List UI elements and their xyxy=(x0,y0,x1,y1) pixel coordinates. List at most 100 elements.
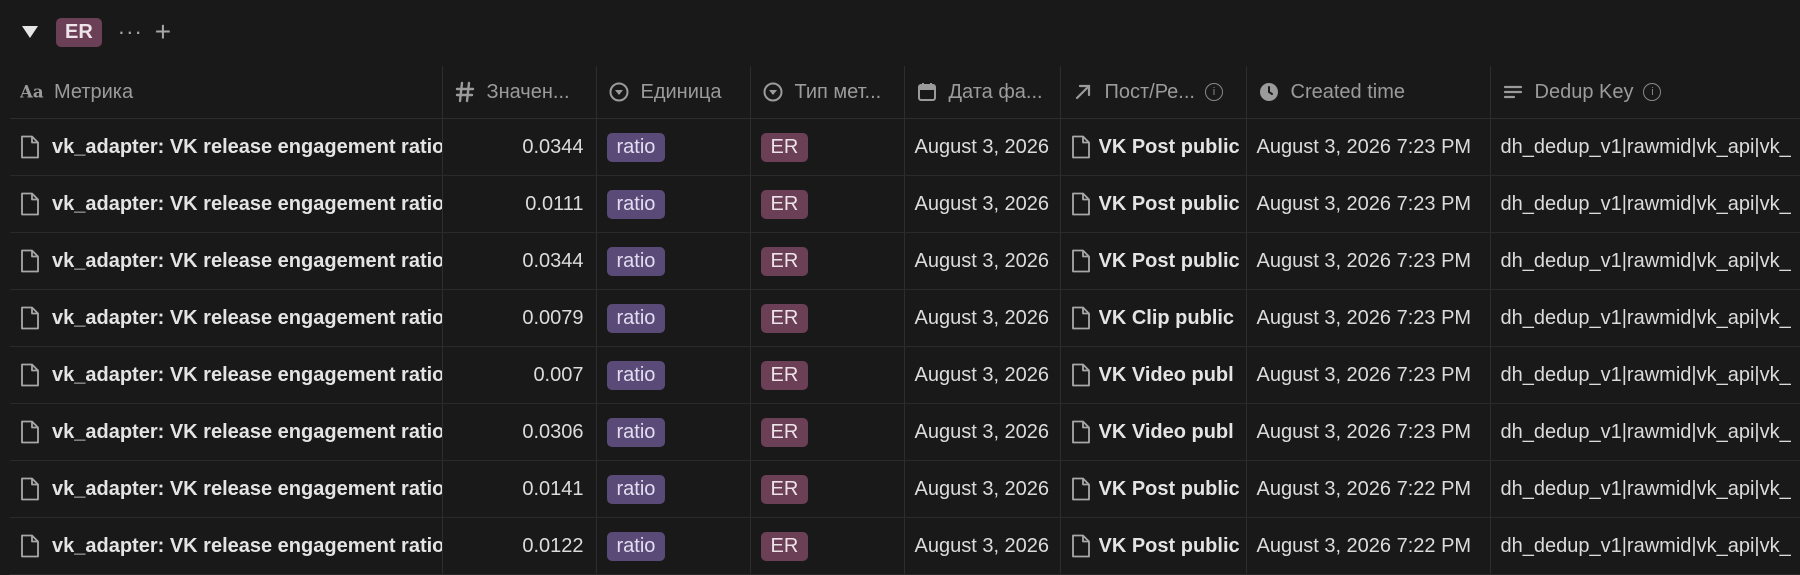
column-label: Dedup Key xyxy=(1534,80,1634,103)
type-cell[interactable]: ER xyxy=(750,517,905,575)
table-row[interactable]: vk_adapter: VK release engagement ratio … xyxy=(10,289,1800,347)
svg-text:Aa: Aa xyxy=(20,82,44,102)
post-cell[interactable]: VK Post public xyxy=(1060,118,1247,176)
date-cell[interactable]: August 3, 2026 xyxy=(904,289,1061,347)
post-cell[interactable]: VK Post public xyxy=(1060,232,1247,290)
post-link[interactable]: VK Post public xyxy=(1099,478,1240,501)
unit-cell[interactable]: ratio xyxy=(596,118,751,176)
post-cell[interactable]: VK Video publ xyxy=(1060,346,1247,404)
type-cell[interactable]: ER xyxy=(750,232,905,290)
table-row[interactable]: vk_adapter: VK release engagement ratio … xyxy=(10,175,1800,233)
metric-cell[interactable]: vk_adapter: VK release engagement ratio xyxy=(10,232,443,290)
table-row[interactable]: vk_adapter: VK release engagement ratio … xyxy=(10,517,1800,575)
column-header-post[interactable]: Пост/Ре... i xyxy=(1060,66,1247,119)
metric-cell[interactable]: vk_adapter: VK release engagement ratio xyxy=(10,517,443,575)
dedup-cell[interactable]: dh_dedup_v1|rawmid|vk_api|vk_ xyxy=(1490,289,1800,347)
table-row[interactable]: vk_adapter: VK release engagement ratio … xyxy=(10,460,1800,518)
dedup-cell[interactable]: dh_dedup_v1|rawmid|vk_api|vk_ xyxy=(1490,346,1800,404)
date-cell[interactable]: August 3, 2026 xyxy=(904,403,1061,461)
metric-cell[interactable]: vk_adapter: VK release engagement ratio xyxy=(10,175,443,233)
metric-cell[interactable]: vk_adapter: VK release engagement ratio xyxy=(10,403,443,461)
dedup-cell[interactable]: dh_dedup_v1|rawmid|vk_api|vk_ xyxy=(1490,403,1800,461)
date-cell[interactable]: August 3, 2026 xyxy=(904,175,1061,233)
metric-cell[interactable]: vk_adapter: VK release engagement ratio xyxy=(10,289,443,347)
value-cell[interactable]: 0.007 xyxy=(442,346,597,404)
post-cell[interactable]: VK Post public xyxy=(1060,175,1247,233)
dedup-cell[interactable]: dh_dedup_v1|rawmid|vk_api|vk_ xyxy=(1490,517,1800,575)
info-icon[interactable]: i xyxy=(1204,83,1223,101)
table-row[interactable]: vk_adapter: VK release engagement ratio … xyxy=(10,118,1800,176)
dedup-cell[interactable]: dh_dedup_v1|rawmid|vk_api|vk_ xyxy=(1490,175,1800,233)
dedup-cell[interactable]: dh_dedup_v1|rawmid|vk_api|vk_ xyxy=(1490,232,1800,290)
post-link[interactable]: VK Post public xyxy=(1099,193,1240,216)
post-link[interactable]: VK Post public xyxy=(1099,250,1240,273)
metric-cell[interactable]: vk_adapter: VK release engagement ratio xyxy=(10,346,443,404)
metric-title[interactable]: vk_adapter: VK release engagement ratio xyxy=(52,307,441,330)
unit-cell[interactable]: ratio xyxy=(596,517,751,575)
value-cell[interactable]: 0.0079 xyxy=(442,289,597,347)
created-cell: August 3, 2026 7:23 PM xyxy=(1246,346,1491,404)
column-header-type[interactable]: Тип мет... xyxy=(750,66,905,119)
value-cell[interactable]: 0.0344 xyxy=(442,118,597,176)
unit-cell[interactable]: ratio xyxy=(596,289,751,347)
value-cell[interactable]: 0.0111 xyxy=(442,175,597,233)
date-cell[interactable]: August 3, 2026 xyxy=(904,232,1061,290)
date-cell[interactable]: August 3, 2026 xyxy=(904,460,1061,518)
column-header-dedup[interactable]: Dedup Key i xyxy=(1490,66,1800,119)
value-cell[interactable]: 0.0141 xyxy=(442,460,597,518)
post-link[interactable]: VK Post public xyxy=(1099,535,1240,558)
column-header-metric[interactable]: Aa Метрика xyxy=(10,66,443,119)
metric-title[interactable]: vk_adapter: VK release engagement ratio xyxy=(52,193,441,216)
metric-title[interactable]: vk_adapter: VK release engagement ratio xyxy=(52,535,441,558)
more-options-icon[interactable]: ··· xyxy=(118,19,143,45)
type-cell[interactable]: ER xyxy=(750,346,905,404)
date-cell[interactable]: August 3, 2026 xyxy=(904,517,1061,575)
created-cell: August 3, 2026 7:22 PM xyxy=(1246,517,1491,575)
value-cell[interactable]: 0.0306 xyxy=(442,403,597,461)
value-cell[interactable]: 0.0344 xyxy=(442,232,597,290)
type-cell[interactable]: ER xyxy=(750,460,905,518)
post-link[interactable]: VK Video publ xyxy=(1099,421,1234,444)
date-cell[interactable]: August 3, 2026 xyxy=(904,118,1061,176)
unit-cell[interactable]: ratio xyxy=(596,460,751,518)
dedup-cell[interactable]: dh_dedup_v1|rawmid|vk_api|vk_ xyxy=(1490,118,1800,176)
post-cell[interactable]: VK Post public xyxy=(1060,517,1247,575)
column-header-unit[interactable]: Единица xyxy=(596,66,751,119)
type-cell[interactable]: ER xyxy=(750,118,905,176)
metric-title[interactable]: vk_adapter: VK release engagement ratio xyxy=(52,136,441,159)
unit-cell[interactable]: ratio xyxy=(596,346,751,404)
page-icon xyxy=(1071,192,1091,216)
metric-title[interactable]: vk_adapter: VK release engagement ratio xyxy=(52,421,441,444)
select-icon xyxy=(761,82,785,102)
unit-cell[interactable]: ratio xyxy=(596,175,751,233)
table-row[interactable]: vk_adapter: VK release engagement ratio … xyxy=(10,232,1800,290)
table-row[interactable]: vk_adapter: VK release engagement ratio … xyxy=(10,346,1800,404)
post-cell[interactable]: VK Clip public xyxy=(1060,289,1247,347)
collapse-toggle-icon[interactable] xyxy=(22,26,38,38)
post-link[interactable]: VK Post public xyxy=(1099,136,1240,159)
post-link[interactable]: VK Clip public xyxy=(1099,307,1235,330)
metric-title[interactable]: vk_adapter: VK release engagement ratio xyxy=(52,250,441,273)
metric-cell[interactable]: vk_adapter: VK release engagement ratio xyxy=(10,460,443,518)
metric-title[interactable]: vk_adapter: VK release engagement ratio xyxy=(52,478,441,501)
column-header-created[interactable]: Created time xyxy=(1246,66,1491,119)
type-cell[interactable]: ER xyxy=(750,175,905,233)
metric-title[interactable]: vk_adapter: VK release engagement ratio xyxy=(52,364,441,387)
unit-cell[interactable]: ratio xyxy=(596,232,751,290)
date-cell[interactable]: August 3, 2026 xyxy=(904,346,1061,404)
post-link[interactable]: VK Video publ xyxy=(1099,364,1234,387)
post-cell[interactable]: VK Video publ xyxy=(1060,403,1247,461)
metric-cell[interactable]: vk_adapter: VK release engagement ratio xyxy=(10,118,443,176)
type-cell[interactable]: ER xyxy=(750,403,905,461)
column-header-value[interactable]: Значен... xyxy=(442,66,597,119)
post-cell[interactable]: VK Post public xyxy=(1060,460,1247,518)
info-icon[interactable]: i xyxy=(1643,83,1662,101)
dedup-cell[interactable]: dh_dedup_v1|rawmid|vk_api|vk_ xyxy=(1490,460,1800,518)
table-row[interactable]: vk_adapter: VK release engagement ratio … xyxy=(10,403,1800,461)
type-cell[interactable]: ER xyxy=(750,289,905,347)
column-header-date[interactable]: Дата фа... xyxy=(904,66,1061,119)
unit-cell[interactable]: ratio xyxy=(596,403,751,461)
add-icon[interactable]: + xyxy=(155,18,171,46)
value-cell[interactable]: 0.0122 xyxy=(442,517,597,575)
group-tag[interactable]: ER xyxy=(56,17,102,47)
